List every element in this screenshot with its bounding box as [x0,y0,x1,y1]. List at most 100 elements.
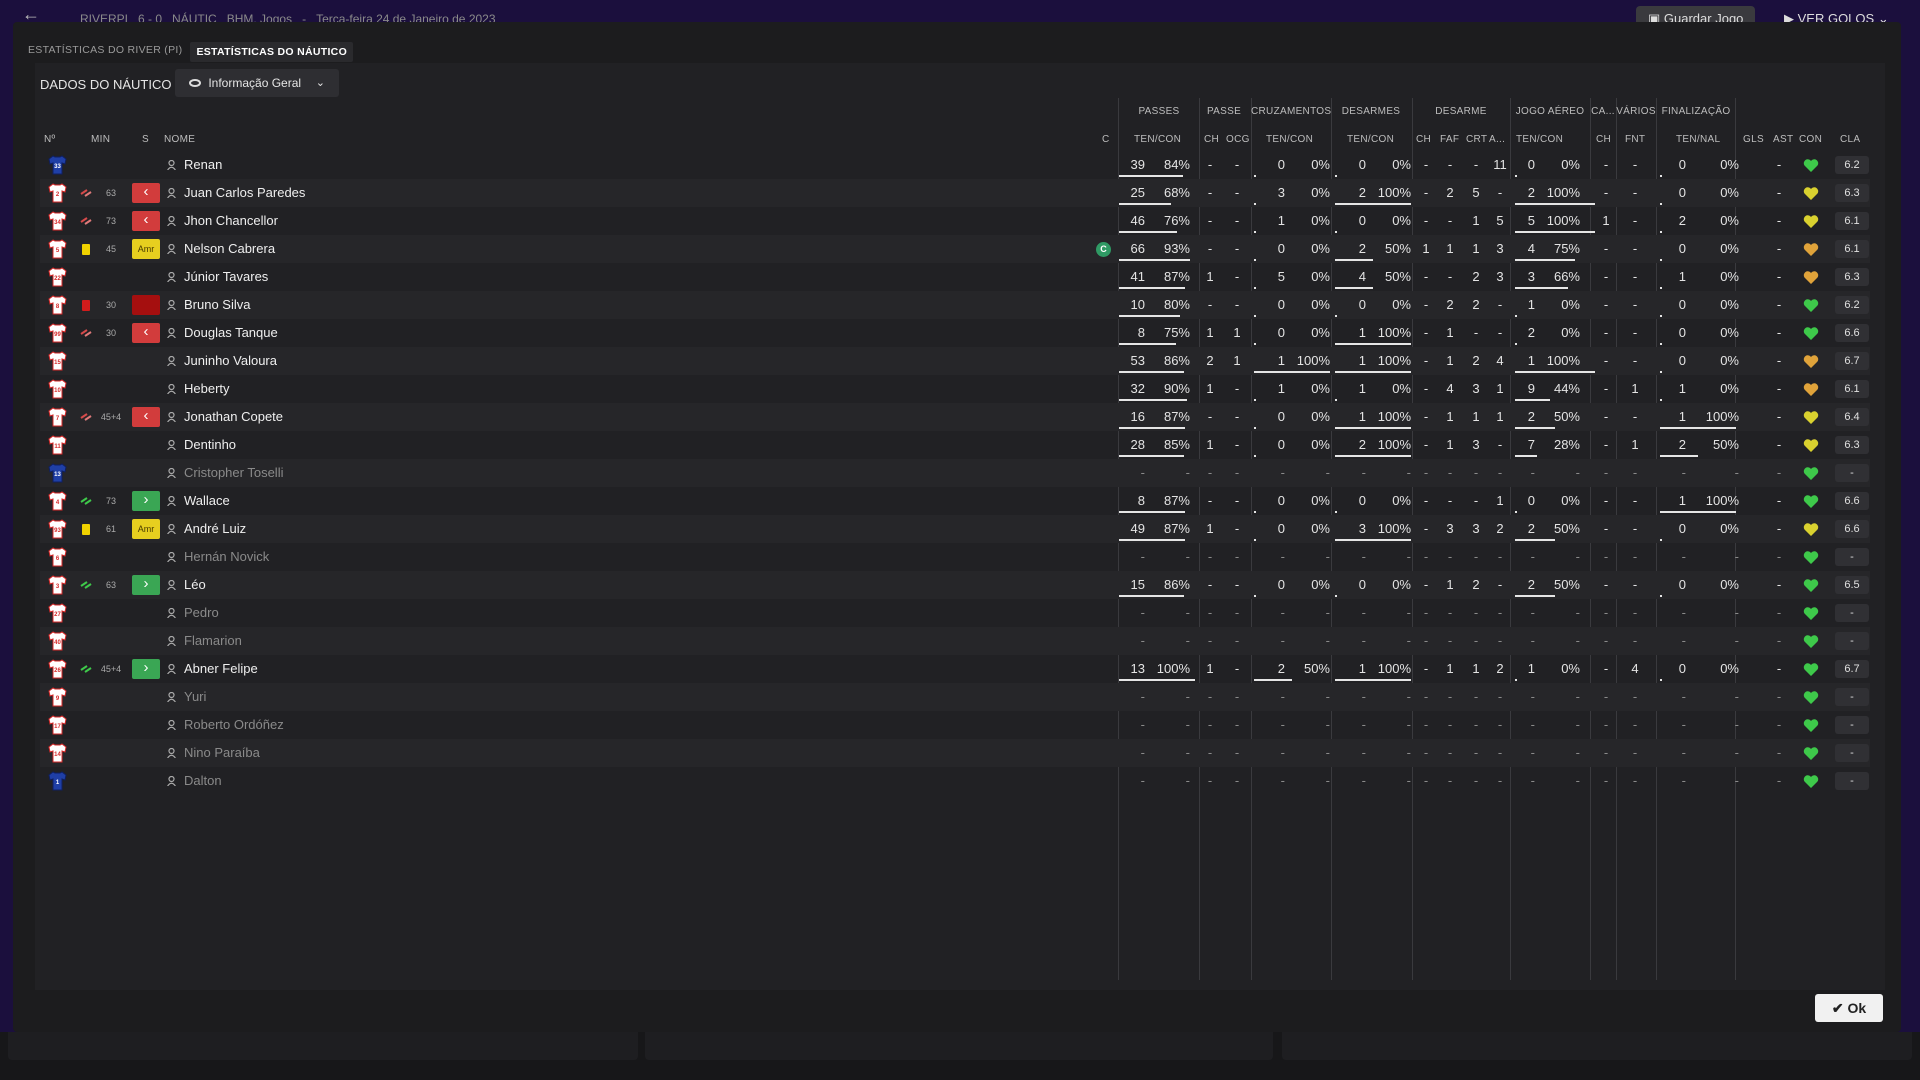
player-row[interactable]: 7 45+4 ‹ Jonathan Copete 16 87% - -0 0% 1 100% -1 1 1… [40,403,1870,431]
column-header-min[interactable]: MIN [91,134,110,146]
player-name[interactable]: Júnior Tavares [184,263,268,291]
column-header-passe-ch[interactable]: CH [1204,134,1219,146]
player-name[interactable]: Hernán Novick [184,543,269,571]
column-header-des-a[interactable]: A... [1489,134,1505,146]
player-row[interactable]: 1 Dalton - - - - - - - - - - - - - - - - - - - - [40,767,1870,795]
tackles-success-bar [1335,175,1337,177]
player-name[interactable]: Flamarion [184,627,242,655]
player-name[interactable]: Heberty [184,375,230,403]
player-row[interactable]: 3 63 › Léo 15 86% - -0 0% 0 0% -1 2-2 50% - -0 0% -6.5 [40,571,1870,599]
shots-percent: - [1734,549,1739,564]
player-name[interactable]: Jhon Chancellor [184,207,278,235]
subbed-on-badge[interactable]: › [132,659,160,679]
tackle-a: 3 [1496,269,1504,284]
player-name[interactable]: Roberto Ordóñez [184,711,284,739]
column-header-no[interactable]: Nº [44,134,55,146]
tackle-ch: - [1423,185,1429,200]
column-header-ca-ch[interactable]: CH [1596,134,1611,146]
column-header-des-ch[interactable]: CH [1416,134,1431,146]
player-row[interactable]: 15 Juninho Valoura 53 86% 2 1 1 100% 1 100% -1 2 4 1 1… [40,347,1870,375]
player-name[interactable]: André Luiz [184,515,246,543]
yellow-card-badge[interactable]: Amr [132,239,160,259]
player-row[interactable]: 9 Yuri - - - - - - - - - - - - - - - - - - - - [40,683,1870,711]
player-row[interactable]: 5 45 Amr Nelson Cabrera C 66 93% - -0 0% 2 50% 1 1 1 3 4… [40,235,1870,263]
passes-success-bar [1119,175,1183,177]
player-row[interactable]: 2 63 ‹ Juan Carlos Paredes 25 68% - -3 0% 2 100% -2… [40,179,1870,207]
player-row[interactable]: 10 Heberty 32 90% 1-1 0% 1 0% -4 3 1 9 44% -1 1 0% -6.1 [40,375,1870,403]
column-header-des-faf[interactable]: FAF [1440,134,1459,146]
player-row[interactable]: 27 Pedro - - - - - - - - - - - - - - - - - - - - [40,599,1870,627]
player-name[interactable]: Nelson Cabrera [184,235,275,263]
player-row[interactable]: 33 Renan 39 84% - -0 0% 0 0% - - -11 0 0% - -0 0% -6.2 [40,151,1870,179]
tackles-percent: - [1406,605,1411,620]
player-row[interactable]: 99 30 ‹ Douglas Tanque 8 75% 1 1 0 0% 1 100% -1- -2 0%… [40,319,1870,347]
player-name[interactable]: Abner Felipe [184,655,258,683]
player-name[interactable]: Dalton [184,767,222,795]
player-name[interactable]: Cristopher Toselli [184,459,283,487]
tab-river-stats[interactable]: ESTATÍSTICAS DO RIVER (PI) [28,42,182,62]
yellow-card-badge[interactable]: Amr [132,519,160,539]
player-name[interactable]: Yuri [184,683,206,711]
column-header-cla[interactable]: CLA [1840,134,1860,146]
red-card-badge[interactable] [132,295,160,315]
tackles-success-bar [1335,595,1337,597]
column-header-gls[interactable]: GLS [1743,134,1764,146]
column-header-con[interactable]: CON [1799,134,1822,146]
goals [1743,235,1757,263]
player-row[interactable]: 40 Flamarion - - - - - - - - - - - - - - - - - - - - [40,627,1870,655]
subbed-off-badge[interactable]: ‹ [132,323,160,343]
player-row[interactable]: 26 45+4 › Abner Felipe 13 100% 1-2 50% 1 100% -1 1 2… [40,655,1870,683]
column-header-varios-fnt[interactable]: FNT [1625,134,1645,146]
column-header-ast[interactable]: AST [1773,134,1793,146]
player-row[interactable]: 17 Roberto Ordóñez - - - - - - - - - - - - - - - - - - - - [40,711,1870,739]
tackle-a: - [1497,465,1503,480]
column-header-passes[interactable]: TEN/CON [1134,134,1181,146]
crosses-success-bar [1254,315,1256,317]
column-header-aereo[interactable]: TEN/CON [1516,134,1563,146]
player-row[interactable]: 14 Nino Paraíba - - - - - - - - - - - - - - - - - - - - [40,739,1870,767]
varios-fnt: - [1632,549,1638,564]
player-name[interactable]: Renan [184,151,222,179]
subbed-on-badge[interactable]: › [132,491,160,511]
tackles-attempts: 0 [1358,577,1366,592]
player-name[interactable]: Dentinho [184,431,236,459]
subbed-off-badge[interactable]: ‹ [132,183,160,203]
player-name[interactable]: Léo [184,571,206,599]
ok-button[interactable]: ✔ Ok [1815,994,1883,1022]
player-name[interactable]: Wallace [184,487,230,515]
tackle-faf: 3 [1446,521,1454,536]
shots-percent: 0% [1720,185,1739,200]
player-name[interactable]: Juan Carlos Paredes [184,179,305,207]
player-name[interactable]: Douglas Tanque [184,319,278,347]
column-header-c[interactable]: C [1102,134,1110,146]
column-header-s[interactable]: S [142,134,149,146]
tab-nautico-stats[interactable]: ESTATÍSTICAS DO NÁUTICO [190,42,354,62]
player-name[interactable]: Bruno Silva [184,291,250,319]
column-header-cruz[interactable]: TEN/CON [1266,134,1313,146]
player-row[interactable]: 11 Dentinho 28 85% 1-0 0% 2 100% -1 3-7 28% -1 2 50% -… [40,431,1870,459]
column-header-nome[interactable]: NOME [164,134,195,146]
view-select-dropdown[interactable]: Informação Geral ⌄ [175,69,339,97]
player-name[interactable]: Pedro [184,599,219,627]
shirt-icon: 11 [48,435,67,455]
player-row[interactable]: 13 Cristopher Toselli - - - - - - - - - - - - - - - - - - - - [40,459,1870,487]
subbed-off-badge[interactable]: ‹ [132,211,160,231]
player-name[interactable]: Juninho Valoura [184,347,277,375]
player-row[interactable]: 22 Júnior Tavares 41 87% 1-5 0% 4 50% - -2 3 3 66% - -… [40,263,1870,291]
player-row[interactable]: 6 Hernán Novick - - - - - - - - - - - - - - - - - - - - [40,543,1870,571]
subbed-off-badge[interactable]: ‹ [132,407,160,427]
player-row[interactable]: 34 73 ‹ Jhon Chancellor 46 76% - -1 0% 0 0% - -1 5 5 10… [40,207,1870,235]
player-row[interactable]: 93 61 Amr André Luiz 49 87% 1-0 0% 3 100% -3 3 2 2 50%… [40,515,1870,543]
subbed-on-badge[interactable]: › [132,575,160,595]
player-row[interactable]: 4 73 › Wallace 8 87% - -0 0% 0 0% - - -1 0 0% - -1 100% -6.… [40,487,1870,515]
player-name[interactable]: Nino Paraíba [184,739,260,767]
player-row[interactable]: 8 30 Bruno Silva 10 80% - -0 0% 0 0% -2 2-1 0% - -0 0% -… [40,291,1870,319]
tackle-faf: 2 [1446,185,1454,200]
column-header-des-crt[interactable]: CRT [1466,134,1487,146]
check-icon: ✔ [1831,1000,1848,1016]
column-header-final[interactable]: TEN/NAL [1676,134,1720,146]
aerial-percent: 0% [1561,661,1580,676]
player-name[interactable]: Jonathan Copete [184,403,283,431]
column-header-desarmes[interactable]: TEN/CON [1347,134,1394,146]
column-header-passe-ocg[interactable]: OCG [1226,134,1250,146]
